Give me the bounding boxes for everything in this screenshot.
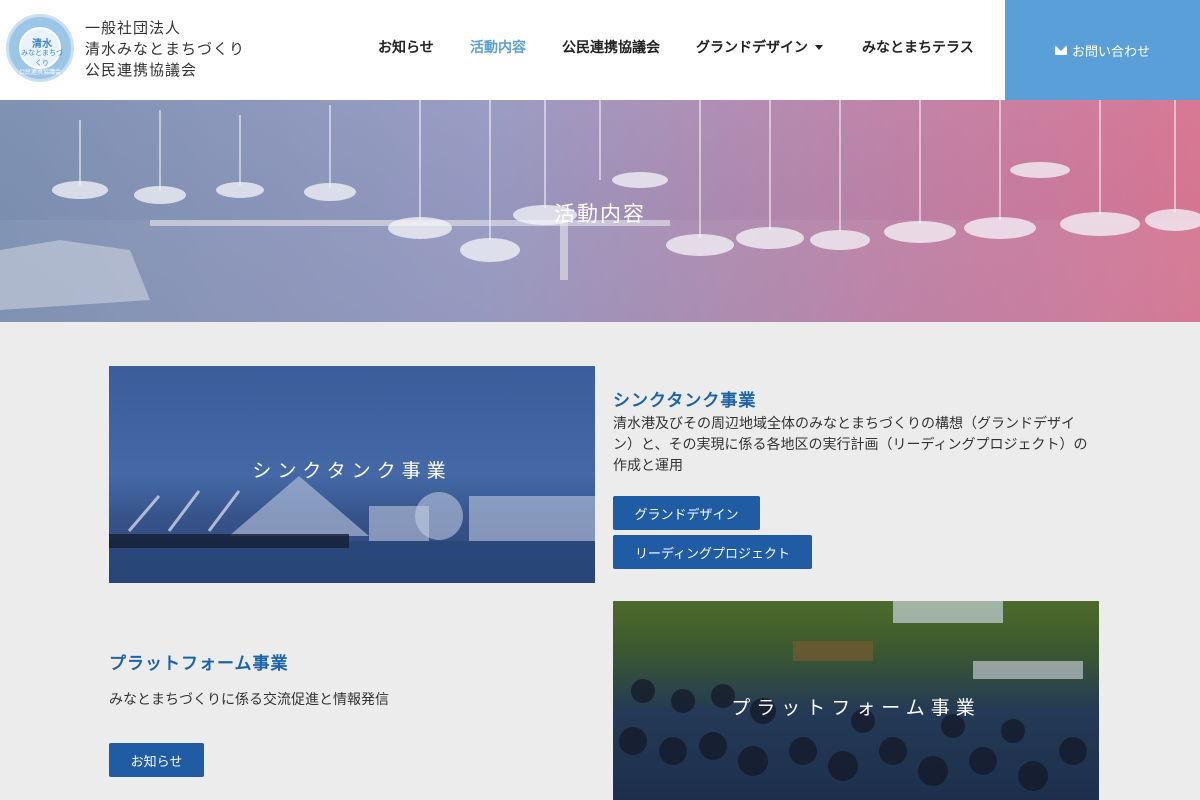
logo-text-mid: みなとまちづくり bbox=[21, 49, 63, 67]
nav-item-grand-design[interactable]: グランドデザイン bbox=[696, 37, 823, 57]
nav-item-grand-design-label: グランドデザイン bbox=[696, 40, 808, 56]
hero-banner: 活動内容 bbox=[0, 100, 1200, 322]
org-name-line2: 清水みなとまちづくり bbox=[85, 40, 246, 58]
think-tank-desc-line3: 作成と運用 bbox=[613, 458, 683, 474]
logo-emblem: 清水 みなとまちづくり bbox=[19, 27, 63, 69]
grand-design-button[interactable]: グランドデザイン bbox=[613, 496, 760, 530]
think-tank-image-label: シンクタンク事業 bbox=[252, 460, 452, 482]
chevron-down-icon bbox=[815, 45, 823, 50]
nav-item-terrace[interactable]: みなとまちテラス bbox=[862, 37, 974, 57]
page-title: 活動内容 bbox=[554, 202, 646, 226]
leading-project-button[interactable]: リーディングプロジェクト bbox=[613, 535, 812, 569]
org-logo[interactable]: 清水 みなとまちづくり 公民連携協議会 bbox=[6, 14, 74, 82]
platform-description: みなとまちづくりに係る交流促進と情報発信 bbox=[109, 692, 389, 708]
platform-image-label: プラットフォーム事業 bbox=[731, 697, 981, 719]
org-name-line3: 公民連携協議会 bbox=[85, 61, 198, 79]
platform-image[interactable]: プラットフォーム事業 bbox=[613, 601, 1099, 800]
site-header: 清水 みなとまちづくり 公民連携協議会 一般社団法人 清水みなとまちづくり 公民… bbox=[0, 0, 1200, 100]
think-tank-image[interactable]: シンクタンク事業 bbox=[109, 366, 595, 583]
platform-title: プラットフォーム事業 bbox=[109, 654, 289, 674]
news-button[interactable]: お知らせ bbox=[109, 743, 204, 777]
envelope-icon bbox=[1054, 45, 1067, 55]
think-tank-desc-line1: 清水港及びその周辺地域全体のみなとまちづくりの構想（グランドデザイ bbox=[613, 416, 1075, 432]
think-tank-title: シンクタンク事業 bbox=[613, 391, 757, 411]
org-name[interactable]: 一般社団法人 清水みなとまちづくり 公民連携協議会 bbox=[85, 18, 245, 81]
contact-button-label: お問い合わせ bbox=[1071, 44, 1150, 60]
org-name-line1: 一般社団法人 bbox=[85, 19, 182, 37]
nav-item-activities[interactable]: 活動内容 bbox=[470, 37, 526, 57]
contact-button[interactable]: お問い合わせ bbox=[1005, 0, 1200, 100]
think-tank-desc-line2: ン）と、その実現に係る各地区の実行計画（リーディングプロジェクト）の bbox=[613, 437, 1088, 453]
nav-item-news[interactable]: お知らせ bbox=[378, 37, 434, 57]
nav-item-council[interactable]: 公民連携協議会 bbox=[562, 37, 660, 57]
logo-ring-text: 公民連携協議会 bbox=[18, 69, 61, 76]
think-tank-description: 清水港及びその周辺地域全体のみなとまちづくりの構想（グランドデザイ ン）と、その… bbox=[613, 414, 1099, 477]
